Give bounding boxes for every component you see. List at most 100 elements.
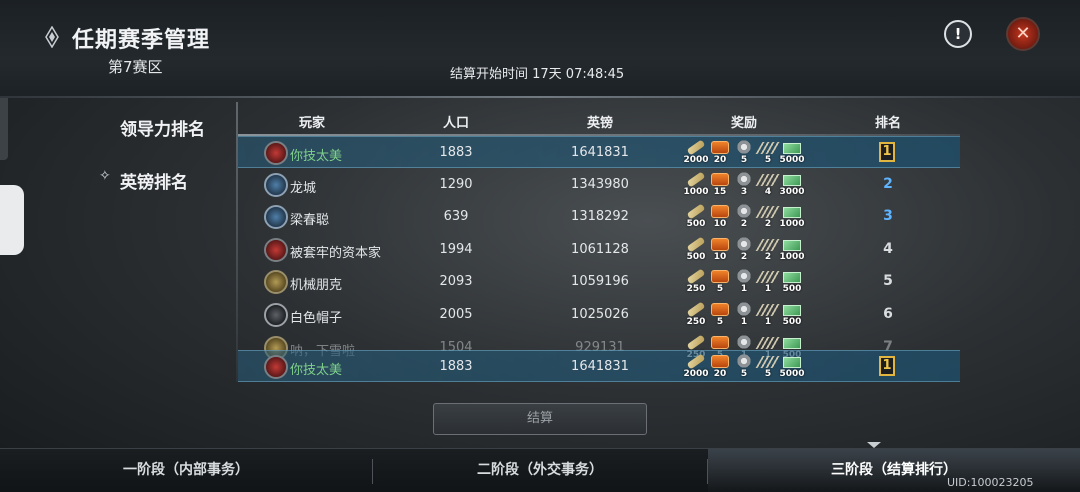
- reward-item[interactable]: 1: [731, 268, 757, 298]
- reward-item[interactable]: 1: [755, 301, 781, 331]
- table-row[interactable]: 梁春聪 639 1318292 500 10 2 2 1000 3: [238, 201, 960, 233]
- tab-phase-two[interactable]: 二阶段（外交事务）: [373, 449, 707, 492]
- reward-item[interactable]: 5: [707, 301, 733, 331]
- reward-quantity: 2000: [683, 155, 709, 165]
- player-name: 梁春聪: [290, 213, 330, 229]
- population-value: 1290: [439, 176, 473, 192]
- reward-item[interactable]: 5: [755, 353, 781, 383]
- reward-item[interactable]: 3: [731, 170, 757, 201]
- rank-badge: 1: [879, 142, 895, 162]
- reward-item[interactable]: 10: [707, 236, 733, 266]
- reward-quantity: 250: [686, 284, 706, 295]
- player-name: 被套牢的资本家: [290, 245, 382, 261]
- reward-item[interactable]: 1: [755, 268, 781, 298]
- cash-icon: [783, 357, 801, 368]
- reward-item[interactable]: 2: [755, 236, 781, 266]
- reward-quantity: 5: [764, 369, 772, 379]
- reward-item[interactable]: 2000: [683, 353, 709, 383]
- sidebar-item-leadership-rank[interactable]: 领导力排名: [120, 115, 205, 140]
- reward-item[interactable]: 250: [683, 268, 709, 298]
- rank-value: 5: [883, 273, 893, 290]
- reward-item[interactable]: 1000: [779, 236, 805, 266]
- gear-icon: [735, 333, 753, 350]
- pounds-value: 1025026: [571, 307, 629, 322]
- ladder-icon: [755, 356, 781, 368]
- ladder-icon: [755, 173, 781, 186]
- reward-quantity: 500: [782, 317, 802, 327]
- scroll-icon: [686, 139, 706, 156]
- sidebar-item-pound-rank[interactable]: 英镑排名: [120, 168, 188, 193]
- reward-item[interactable]: 5000: [779, 139, 805, 169]
- reward-item[interactable]: 15: [707, 171, 733, 201]
- reward-item[interactable]: 5: [755, 139, 781, 169]
- reward-item[interactable]: 10: [707, 203, 733, 233]
- population-value: 2093: [439, 274, 473, 290]
- reward-item[interactable]: 500: [683, 203, 709, 233]
- zone-label: 第7赛区: [108, 58, 163, 76]
- chest-icon: [711, 172, 729, 186]
- reward-item[interactable]: 20: [707, 139, 733, 169]
- close-button[interactable]: ✕: [1006, 17, 1040, 51]
- reward-item[interactable]: 2: [755, 203, 781, 233]
- table-row[interactable]: 你技太美 1883 1641831 2000 20 5 5 5000 1: [238, 136, 960, 168]
- player-name: 你技太美: [290, 149, 343, 164]
- reward-item[interactable]: 3000: [779, 171, 805, 201]
- reward-item[interactable]: 20: [707, 353, 733, 383]
- reward-quantity: 5000: [779, 155, 805, 165]
- reward-item[interactable]: 250: [683, 301, 709, 331]
- reward-quantity: 2: [740, 251, 748, 262]
- chest-icon: [711, 335, 729, 349]
- player-name: 白色帽子: [290, 311, 343, 326]
- reward-item[interactable]: 500: [779, 268, 805, 298]
- reward-item[interactable]: 500: [683, 236, 709, 266]
- reward-item[interactable]: 5: [731, 139, 757, 169]
- reward-item[interactable]: 2: [731, 235, 757, 266]
- gear-icon: [735, 268, 753, 285]
- floating-side-tab[interactable]: [0, 185, 24, 255]
- cash-icon: [783, 174, 801, 186]
- population-value: 639: [443, 209, 469, 225]
- settle-button[interactable]: 结算: [433, 403, 647, 435]
- reward-item[interactable]: 1000: [779, 203, 805, 233]
- reward-item[interactable]: 500: [779, 301, 805, 331]
- chest-icon: [711, 270, 729, 284]
- table-row[interactable]: 龙城 1290 1343980 1000 15 3 4 3000 2: [238, 169, 960, 201]
- reward-item[interactable]: 5000: [779, 353, 805, 383]
- reward-item[interactable]: 5: [731, 353, 757, 383]
- ladder-icon: [755, 206, 781, 219]
- header-rank: 排名: [874, 116, 902, 131]
- info-button[interactable]: !: [944, 20, 972, 48]
- reward-item[interactable]: 1000: [683, 171, 709, 201]
- cash-icon: [783, 207, 801, 219]
- reward-quantity: 1: [740, 317, 748, 327]
- reward-quantity: 500: [782, 284, 802, 295]
- pounds-value: 1059196: [571, 274, 629, 290]
- cash-icon: [783, 272, 801, 284]
- chest-icon: [711, 237, 729, 251]
- table-row[interactable]: 被套牢的资本家 1994 1061128 500 10 2 2 1000 4: [238, 234, 960, 266]
- cash-icon: [783, 239, 801, 251]
- pounds-value: 1318292: [571, 209, 629, 225]
- rank-value: 2: [883, 175, 893, 192]
- pinned-self-row[interactable]: 你技太美 1883 1641831 2000 20 5 5 5000 1: [238, 350, 960, 382]
- reward-item[interactable]: 2000: [683, 139, 709, 169]
- reward-item[interactable]: 2: [731, 203, 757, 233]
- tab-phase-one[interactable]: 一阶段（内部事务）: [0, 449, 372, 492]
- reward-quantity: 1: [764, 317, 772, 327]
- reward-quantity: 2: [740, 219, 748, 230]
- scroll-icon: [686, 301, 706, 318]
- reward-quantity: 1: [764, 284, 772, 295]
- reward-quantity: 2000: [683, 369, 709, 379]
- table-row[interactable]: 机械朋克 2093 1059196 250 5 1 1 500 5: [238, 266, 960, 298]
- pounds-value: 1061128: [571, 241, 629, 257]
- active-tab-caret-icon: [867, 442, 881, 448]
- reward-item[interactable]: 4: [755, 171, 781, 201]
- gear-icon: [735, 301, 753, 317]
- reward-item[interactable]: 5: [707, 268, 733, 298]
- header-player: 玩家: [298, 116, 326, 131]
- header-divider: [0, 96, 1080, 98]
- exclamation-icon: !: [954, 25, 962, 43]
- page-title: 任期赛季管理: [72, 28, 211, 53]
- table-row[interactable]: 白色帽子 2005 1025026 250 5 1 1 500 6: [238, 299, 960, 331]
- reward-item[interactable]: 1: [731, 301, 757, 331]
